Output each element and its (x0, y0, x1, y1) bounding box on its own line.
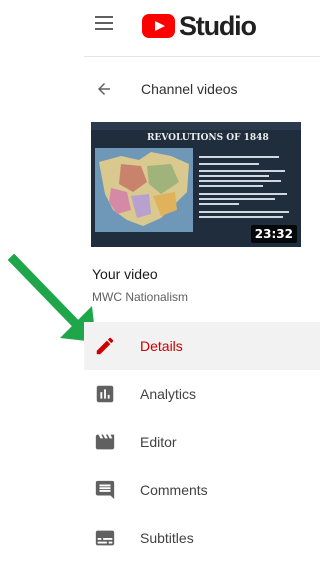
pencil-icon (84, 322, 140, 370)
nav-item-analytics[interactable]: Analytics (84, 370, 320, 418)
studio-logo[interactable]: Studio (142, 11, 257, 41)
nav-label-editor: Editor (140, 434, 177, 450)
nav-label-subtitles: Subtitles (140, 530, 194, 546)
nav-label-comments: Comments (140, 482, 208, 498)
thumbnail-text-block (199, 156, 295, 221)
thumbnail-heading: REVOLUTIONS OF 1848 (147, 133, 269, 143)
clapperboard-icon (84, 418, 140, 466)
subtitles-icon (84, 514, 140, 562)
nav-label-analytics: Analytics (140, 386, 197, 402)
video-title: MWC Nationalism (92, 290, 189, 304)
arrow-left-icon[interactable] (84, 70, 124, 108)
hamburger-menu-icon[interactable] (95, 16, 113, 30)
bar-chart-icon (84, 370, 140, 418)
video-duration: 23:32 (250, 225, 297, 243)
comment-icon (84, 466, 140, 514)
back-label: Channel videos (141, 81, 238, 97)
header-divider (84, 56, 320, 57)
back-to-channel-videos[interactable]: Channel videos (84, 70, 320, 108)
nav-item-comments[interactable]: Comments (84, 466, 320, 514)
top-bar: Studio (0, 0, 320, 50)
video-thumbnail[interactable]: REVOLUTIONS OF 1848 23:32 (91, 122, 301, 247)
nav-item-editor[interactable]: Editor (84, 418, 320, 466)
nav-label-details: Details (140, 338, 183, 354)
video-nav: Details Analytics Editor Comments Subtit… (84, 322, 320, 562)
youtube-play-icon (142, 14, 175, 38)
nav-item-subtitles[interactable]: Subtitles (84, 514, 320, 562)
nav-item-details[interactable]: Details (84, 322, 320, 370)
logo-text: Studio (179, 11, 257, 41)
